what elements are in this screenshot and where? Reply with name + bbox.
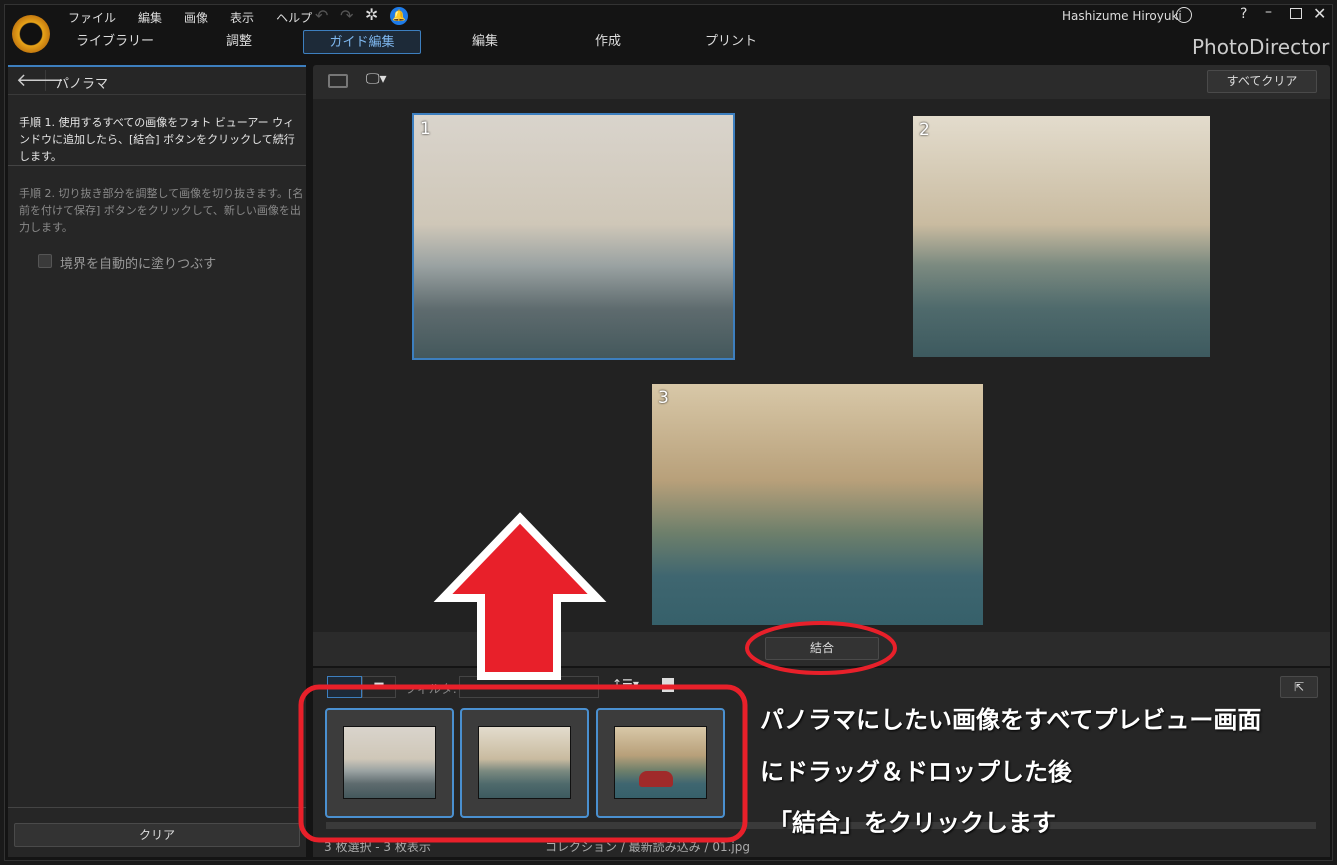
filmstrip-highlight-box bbox=[298, 684, 748, 843]
annotation-line-1: パノラマにしたい画像をすべてプレビュー画面 bbox=[760, 706, 1262, 734]
merge-highlight-circle bbox=[745, 621, 897, 675]
annotation-line-3: 「結合」をクリックします bbox=[768, 809, 1056, 837]
annotation-line-2: にドラッグ＆ドロップした後 bbox=[760, 758, 1072, 786]
annotation-overlay bbox=[298, 512, 897, 843]
up-arrow-annotation bbox=[433, 512, 607, 680]
